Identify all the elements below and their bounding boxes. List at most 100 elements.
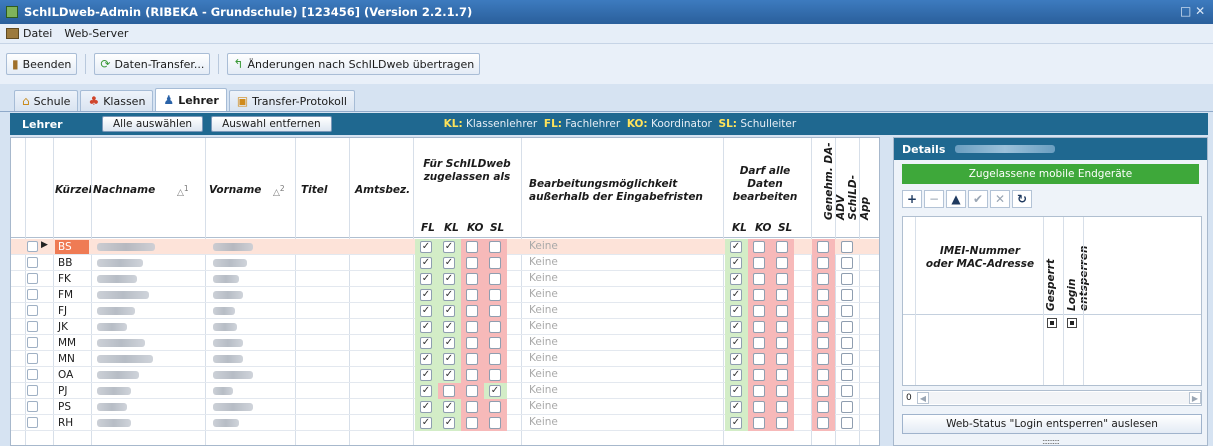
ko-checkbox[interactable] (466, 289, 478, 301)
fl-checkbox[interactable]: ✓ (420, 337, 432, 349)
cell-bearbeitung[interactable]: Keine (529, 320, 558, 332)
ko-checkbox[interactable] (466, 273, 478, 285)
dsl-checkbox[interactable] (776, 401, 788, 413)
ko-checkbox[interactable] (466, 241, 478, 253)
table-row[interactable]: JK ✓ ✓ ✓ Keine (11, 319, 879, 335)
dsl-checkbox[interactable] (776, 369, 788, 381)
row-select-checkbox[interactable] (27, 289, 38, 300)
schild-app-checkbox[interactable] (841, 241, 853, 253)
dsl-checkbox[interactable] (776, 353, 788, 365)
ko-checkbox[interactable] (466, 417, 478, 429)
genehm-checkbox[interactable] (817, 417, 829, 429)
sl-checkbox[interactable] (489, 289, 501, 301)
col-amtsbez[interactable]: Amtsbez. (355, 184, 410, 196)
schild-app-checkbox[interactable] (841, 273, 853, 285)
row-select-checkbox[interactable] (27, 385, 38, 396)
table-row[interactable]: BB ✓ ✓ ✓ Keine (11, 255, 879, 271)
table-row[interactable]: FJ ✓ ✓ ✓ Keine (11, 303, 879, 319)
dko-checkbox[interactable] (753, 241, 765, 253)
cell-bearbeitung[interactable]: Keine (529, 304, 558, 316)
beenden-button[interactable]: ▮ Beenden (6, 53, 78, 75)
gesperrt-checkbox[interactable] (1047, 318, 1057, 328)
genehm-checkbox[interactable] (817, 273, 829, 285)
dko-checkbox[interactable] (753, 401, 765, 413)
dkl-checkbox[interactable]: ✓ (730, 321, 742, 333)
kl-checkbox[interactable]: ✓ (443, 369, 455, 381)
schild-app-checkbox[interactable] (841, 353, 853, 365)
dsl-checkbox[interactable] (776, 417, 788, 429)
row-select-checkbox[interactable] (27, 337, 38, 348)
kl-checkbox[interactable]: ✓ (443, 273, 455, 285)
dkl-checkbox[interactable]: ✓ (730, 337, 742, 349)
kl-checkbox[interactable]: ✓ (443, 353, 455, 365)
window-controls[interactable]: □ ✕ (1180, 4, 1205, 18)
schild-app-checkbox[interactable] (841, 417, 853, 429)
dkl-checkbox[interactable]: ✓ (730, 257, 742, 269)
table-row[interactable]: MM ✓ ✓ ✓ Keine (11, 335, 879, 351)
dsl-checkbox[interactable] (776, 337, 788, 349)
col-darf-kl[interactable]: KL (732, 222, 747, 234)
cell-bearbeitung[interactable]: Keine (529, 384, 558, 396)
dkl-checkbox[interactable]: ✓ (730, 401, 742, 413)
fl-checkbox[interactable]: ✓ (420, 417, 432, 429)
genehm-checkbox[interactable] (817, 289, 829, 301)
schild-app-checkbox[interactable] (841, 257, 853, 269)
schild-app-checkbox[interactable] (841, 337, 853, 349)
kl-checkbox[interactable]: ✓ (443, 417, 455, 429)
sl-checkbox[interactable] (489, 401, 501, 413)
dsl-checkbox[interactable] (776, 385, 788, 397)
col-imei[interactable]: IMEI-Nummer oder MAC-Adresse (925, 245, 1035, 271)
sl-checkbox[interactable]: ✓ (489, 385, 501, 397)
fl-checkbox[interactable]: ✓ (420, 289, 432, 301)
dko-checkbox[interactable] (753, 337, 765, 349)
cell-bearbeitung[interactable]: Keine (529, 368, 558, 380)
scroll-left-icon[interactable]: ◀ (917, 392, 929, 404)
dko-checkbox[interactable] (753, 273, 765, 285)
dsl-checkbox[interactable] (776, 273, 788, 285)
col-darf-sl[interactable]: SL (778, 222, 792, 234)
tab-transfer-protokoll[interactable]: ▣ Transfer-Protokoll (228, 90, 355, 111)
row-select-checkbox[interactable] (27, 369, 38, 380)
row-select-checkbox[interactable] (27, 321, 38, 332)
schild-app-checkbox[interactable] (841, 369, 853, 381)
col-sl[interactable]: SL (490, 222, 504, 234)
resize-grip[interactable]: :::::::::: (1042, 437, 1060, 446)
kl-checkbox[interactable]: ✓ (443, 305, 455, 317)
dkl-checkbox[interactable]: ✓ (730, 369, 742, 381)
row-select-checkbox[interactable] (27, 273, 38, 284)
dsl-checkbox[interactable] (776, 321, 788, 333)
refresh-icon[interactable]: ↻ (1012, 190, 1032, 208)
ko-checkbox[interactable] (466, 369, 478, 381)
table-row[interactable]: MN ✓ ✓ ✓ Keine (11, 351, 879, 367)
fl-checkbox[interactable]: ✓ (420, 353, 432, 365)
col-ko[interactable]: KO (467, 222, 483, 234)
row-select-checkbox[interactable] (27, 305, 38, 316)
genehm-checkbox[interactable] (817, 401, 829, 413)
ko-checkbox[interactable] (466, 305, 478, 317)
col-kl[interactable]: KL (444, 222, 459, 234)
kl-checkbox[interactable]: ✓ (443, 241, 455, 253)
cell-bearbeitung[interactable]: Keine (529, 352, 558, 364)
scroll-track[interactable] (929, 392, 1189, 404)
fl-checkbox[interactable]: ✓ (420, 305, 432, 317)
clear-selection-button[interactable]: Auswahl entfernen (211, 116, 332, 132)
kl-checkbox[interactable]: ✓ (443, 401, 455, 413)
dko-checkbox[interactable] (753, 385, 765, 397)
fl-checkbox[interactable]: ✓ (420, 257, 432, 269)
col-fl[interactable]: FL (421, 222, 435, 234)
menu-web-server[interactable]: Web-Server (64, 27, 128, 40)
daten-transfer-button[interactable]: ⟳ Daten-Transfer... (94, 53, 211, 75)
kl-checkbox[interactable]: ✓ (443, 337, 455, 349)
dsl-checkbox[interactable] (776, 305, 788, 317)
dkl-checkbox[interactable]: ✓ (730, 417, 742, 429)
dko-checkbox[interactable] (753, 289, 765, 301)
table-row[interactable]: PJ ✓ ✓ ✓ Keine (11, 383, 879, 399)
remove-icon[interactable]: − (924, 190, 944, 208)
fl-checkbox[interactable]: ✓ (420, 321, 432, 333)
col-gesperrt[interactable]: Gesperrt (1045, 259, 1057, 311)
genehm-checkbox[interactable] (817, 337, 829, 349)
kl-checkbox[interactable]: ✓ (443, 321, 455, 333)
genehm-checkbox[interactable] (817, 385, 829, 397)
sl-checkbox[interactable] (489, 257, 501, 269)
fl-checkbox[interactable]: ✓ (420, 369, 432, 381)
